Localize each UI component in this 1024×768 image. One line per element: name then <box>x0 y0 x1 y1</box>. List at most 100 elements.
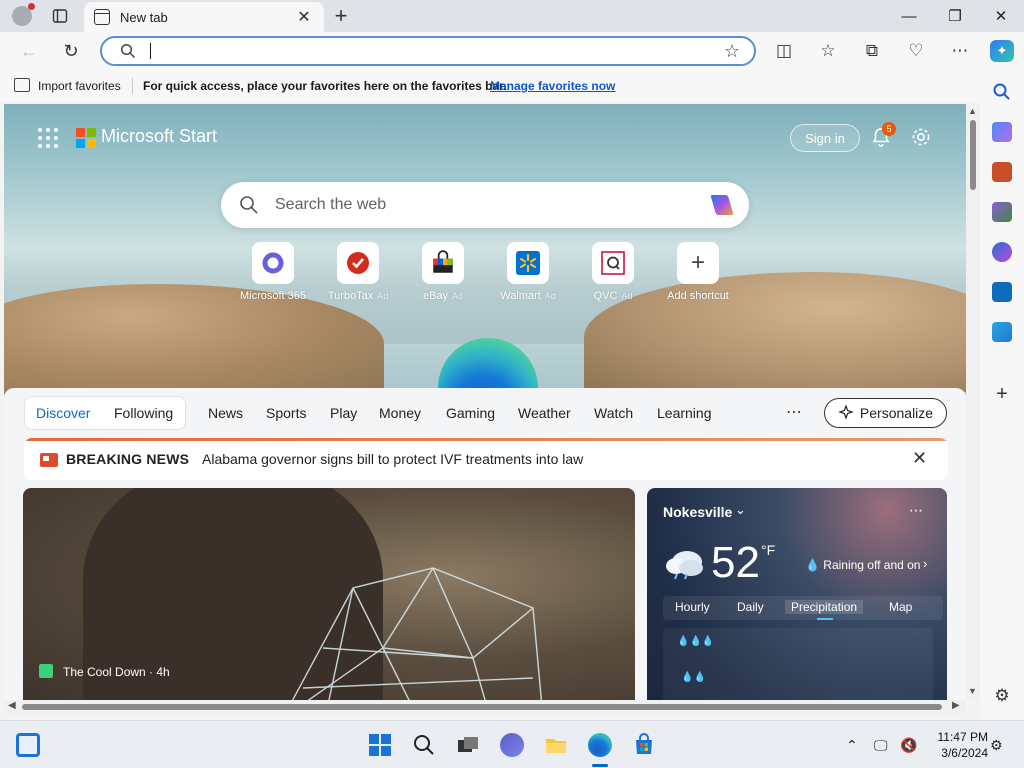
chevron-right-icon[interactable]: › <box>923 556 927 571</box>
settings-more-icon[interactable]: ⋯ <box>948 40 972 62</box>
back-button[interactable]: ← <box>18 40 40 62</box>
widgets-icon[interactable] <box>16 733 40 757</box>
weather-tab-precipitation[interactable]: Precipitation <box>785 600 864 614</box>
tab-discover[interactable]: Discover <box>36 405 90 421</box>
notifications-bell-icon[interactable]: 5 <box>870 122 896 148</box>
search-icon[interactable] <box>412 733 436 757</box>
speaker-muted-icon[interactable]: 🔇 <box>900 737 917 754</box>
microsoft-store-icon[interactable] <box>632 733 656 757</box>
more-tabs-icon[interactable]: ⋯ <box>786 402 802 422</box>
close-tab-icon[interactable]: ✕ <box>294 7 314 27</box>
sidebar-drop-icon[interactable] <box>992 322 1012 342</box>
sidebar-settings-icon[interactable]: ⚙ <box>992 686 1012 706</box>
profile-icon[interactable] <box>12 3 35 26</box>
tab-title: New tab <box>120 9 168 25</box>
import-favorites-button[interactable]: Import favorites <box>38 79 121 93</box>
shortcut-ebay[interactable]: eBay Ad <box>400 242 486 308</box>
tab-sports[interactable]: Sports <box>266 405 306 421</box>
tab-gaming[interactable]: Gaming <box>446 405 495 421</box>
scroll-down-arrow-icon[interactable]: ▼ <box>968 686 977 696</box>
edge-browser-icon[interactable] <box>588 733 612 757</box>
split-screen-icon[interactable]: ◫ <box>772 40 796 62</box>
navigation-toolbar: ← ↻ ☆ ◫ ☆ ⧉ ♡ ⋯ ✦ <box>0 32 1024 70</box>
sidebar-shopping-icon[interactable] <box>992 122 1012 142</box>
shortcut-microsoft-365[interactable]: Microsoft 365 <box>230 242 316 308</box>
task-view-icon[interactable] <box>456 733 480 757</box>
shortcut-walmart[interactable]: Walmart Ad <box>485 242 571 308</box>
tab-play[interactable]: Play <box>330 405 357 421</box>
favorites-divider <box>132 78 133 94</box>
shortcut-qvc[interactable]: QVC Ad <box>570 242 656 308</box>
active-tab-indicator <box>817 618 833 620</box>
tab-news[interactable]: News <box>208 405 243 421</box>
browser-essentials-icon[interactable]: ♡ <box>904 40 928 62</box>
tab-actions-icon[interactable] <box>50 7 70 25</box>
vertical-scrollbar[interactable]: ▲ ▼ <box>966 104 980 700</box>
weather-location[interactable]: Nokesville <box>663 504 732 520</box>
edge-sidebar: + ⚙ <box>980 70 1024 720</box>
show-hidden-icons-chevron-icon[interactable]: ⌃ <box>846 737 858 754</box>
page-settings-gear-icon[interactable] <box>910 126 932 148</box>
shortcut-turbotax[interactable]: TurboTax Ad <box>315 242 401 308</box>
copilot-icon[interactable]: ✦ <box>990 40 1014 62</box>
copilot-search-icon[interactable] <box>707 191 737 219</box>
refresh-button[interactable]: ↻ <box>60 40 82 62</box>
tab-new-tab[interactable]: New tab ✕ <box>84 2 324 32</box>
minimize-button[interactable]: — <box>886 0 932 32</box>
brand-title[interactable]: Microsoft Start <box>101 126 217 147</box>
manage-favorites-link[interactable]: Manage favorites now <box>490 79 615 93</box>
weather-card[interactable]: Nokesville ⌄ ⋯ 52 °F 💧 Raining off and o… <box>647 488 947 700</box>
scroll-right-arrow-icon[interactable]: ▶ <box>952 700 960 711</box>
horizontal-scrollbar[interactable]: ◀ ▶ <box>4 700 966 714</box>
close-icon[interactable]: ✕ <box>912 448 927 469</box>
sidebar-outlook-icon[interactable] <box>992 282 1012 302</box>
scroll-thumb[interactable] <box>22 704 942 710</box>
scroll-up-arrow-icon[interactable]: ▲ <box>968 106 977 116</box>
breaking-news-banner[interactable]: BREAKING NEWS Alabama governor signs bil… <box>24 438 948 480</box>
sidebar-search-icon[interactable] <box>992 82 1012 102</box>
app-launcher-icon[interactable] <box>38 128 58 148</box>
teams-chat-icon[interactable] <box>500 733 524 757</box>
breaking-news-headline[interactable]: Alabama governor signs bill to protect I… <box>202 451 583 467</box>
collections-icon[interactable]: ⧉ <box>860 40 884 62</box>
sidebar-add-icon[interactable]: + <box>992 384 1012 404</box>
address-input[interactable] <box>154 41 714 61</box>
temperature-unit[interactable]: °F <box>761 542 775 558</box>
address-bar[interactable]: ☆ <box>100 36 756 66</box>
tab-money[interactable]: Money <box>379 405 421 421</box>
start-button[interactable] <box>368 733 392 757</box>
ebay-icon <box>422 242 464 284</box>
ad-badge: Ad <box>377 291 389 301</box>
close-window-button[interactable]: ✕ <box>978 0 1024 32</box>
network-icon[interactable]: 🖵 <box>874 737 888 754</box>
publisher-logo-icon <box>39 664 53 678</box>
weather-tab-hourly[interactable]: Hourly <box>675 600 710 614</box>
notification-center-icon[interactable]: ⚙ <box>990 737 1003 754</box>
tab-following[interactable]: Following <box>114 405 173 421</box>
weather-condition[interactable]: 💧 Raining off and on <box>805 558 920 572</box>
new-tab-button[interactable]: + <box>330 4 352 28</box>
favorites-icon[interactable]: ☆ <box>816 40 840 62</box>
sidebar-tools-icon[interactable] <box>992 162 1012 182</box>
tab-watch[interactable]: Watch <box>594 405 633 421</box>
weather-tab-map[interactable]: Map <box>889 600 912 614</box>
tab-learning[interactable]: Learning <box>657 405 712 421</box>
scroll-thumb[interactable] <box>970 120 976 190</box>
top-story-card[interactable]: The Cool Down · 4h <box>23 488 635 700</box>
chevron-down-icon[interactable]: ⌄ <box>735 502 746 518</box>
personalize-button[interactable]: Personalize <box>824 398 947 428</box>
shortcut-label: QVC <box>593 290 618 302</box>
restore-button[interactable]: ❐ <box>932 0 978 32</box>
add-favorite-star-icon[interactable]: ☆ <box>724 41 740 62</box>
clock[interactable]: 11:47 PM 3/6/2024 <box>928 729 988 761</box>
weather-tab-daily[interactable]: Daily <box>737 600 764 614</box>
more-options-icon[interactable]: ⋯ <box>909 502 923 519</box>
add-shortcut-button[interactable]: + Add shortcut <box>655 242 741 308</box>
web-search-box[interactable]: Search the web <box>221 182 749 228</box>
file-explorer-icon[interactable] <box>544 733 568 757</box>
sidebar-games-icon[interactable] <box>992 202 1012 222</box>
scroll-left-arrow-icon[interactable]: ◀ <box>8 700 16 711</box>
sidebar-microsoft-365-icon[interactable] <box>992 242 1012 262</box>
tab-weather[interactable]: Weather <box>518 405 571 421</box>
sign-in-button[interactable]: Sign in <box>790 124 860 152</box>
